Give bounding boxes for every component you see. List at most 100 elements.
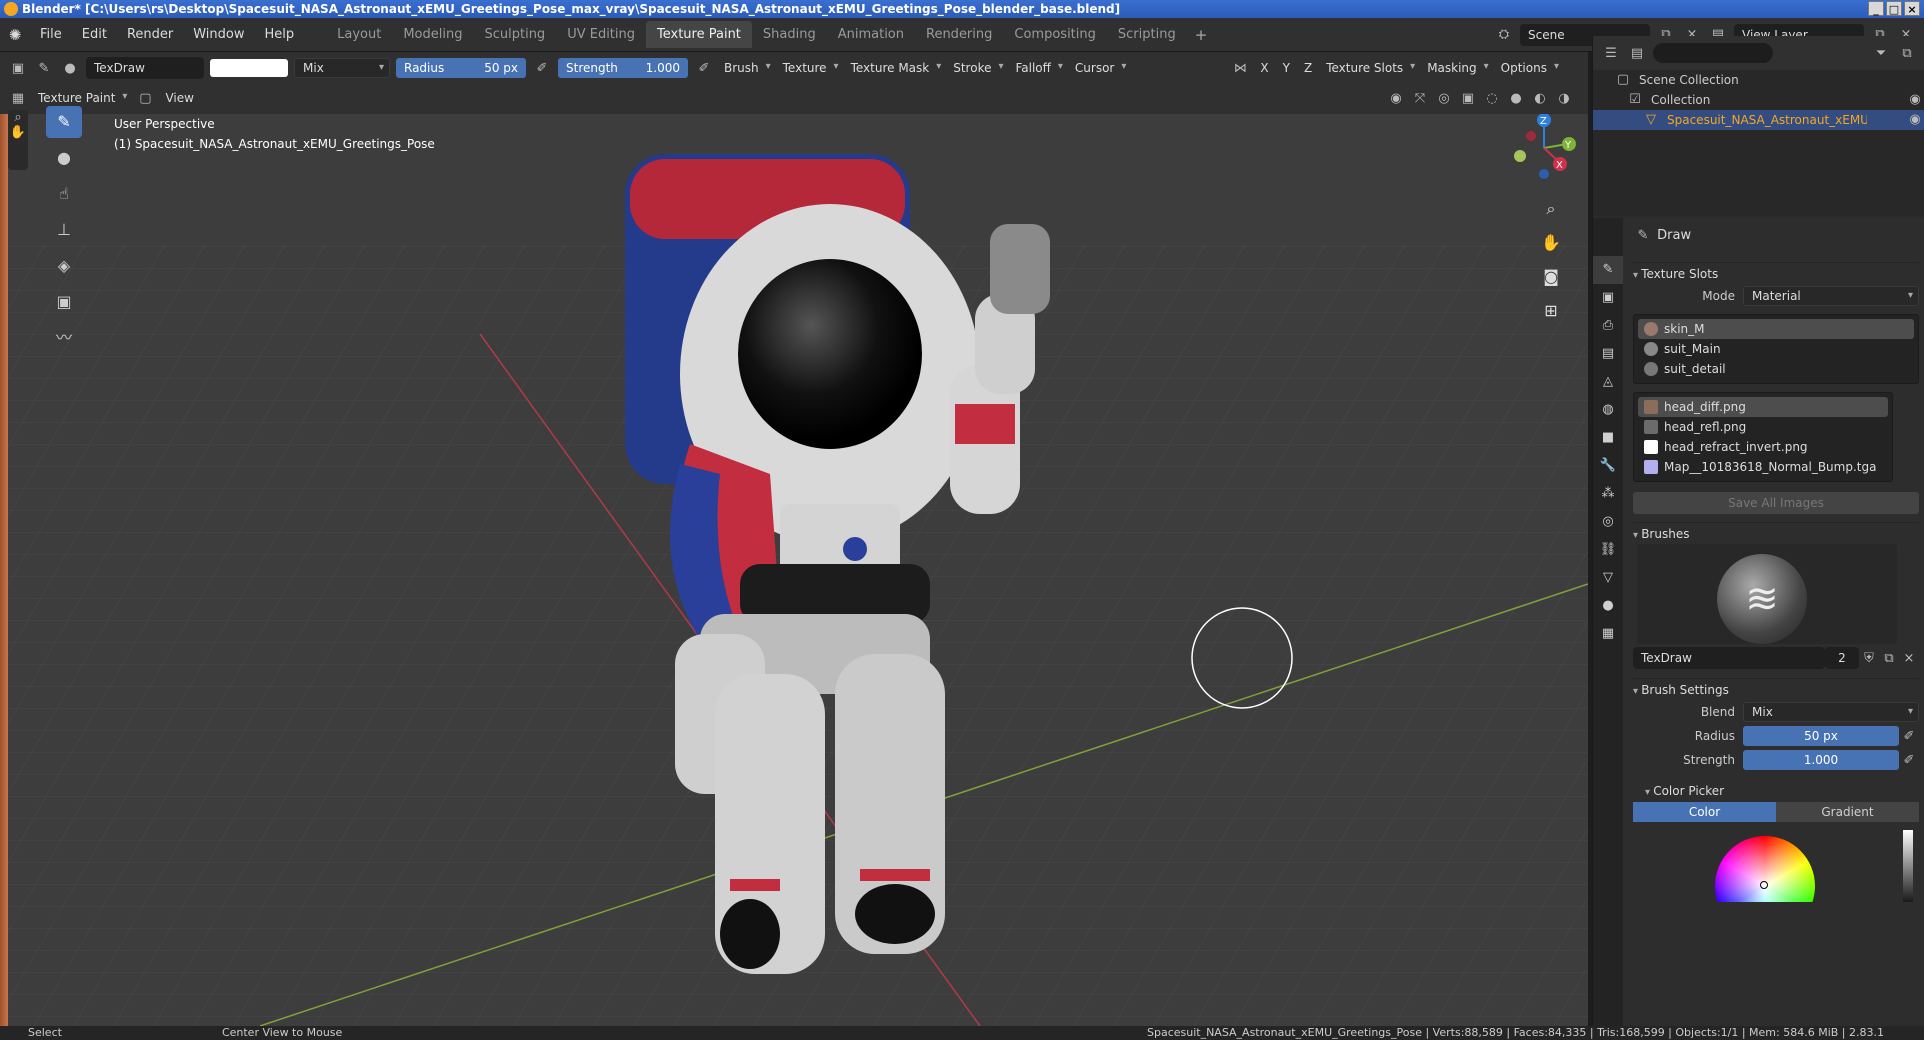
radius-pressure-icon[interactable]: ✐ <box>532 61 552 76</box>
color-wheel-cursor[interactable] <box>1760 881 1768 889</box>
physics-tab-icon[interactable]: ◎ <box>1593 508 1623 536</box>
material-shading-icon[interactable]: ◐ <box>1530 91 1550 106</box>
menu-help[interactable]: Help <box>255 27 305 42</box>
collection-eye-icon[interactable]: ◉ <box>1905 90 1924 110</box>
zoom-icon[interactable]: ⌕ <box>1536 194 1566 224</box>
mini-hand-icon[interactable]: ✋ <box>8 125 28 140</box>
material-tab-icon[interactable]: ● <box>1593 592 1623 620</box>
data-tab-icon[interactable]: ▽ <box>1593 564 1623 592</box>
brush-user-count[interactable]: 2 <box>1825 647 1859 669</box>
tab-texture-paint[interactable]: Texture Paint <box>646 21 752 48</box>
maximize-button[interactable]: □ <box>1886 1 1902 16</box>
outliner-scene-collection[interactable]: ▢ Scene Collection <box>1593 70 1924 90</box>
fill-tool-icon[interactable]: ◈ <box>46 250 82 282</box>
menu-options[interactable]: Options <box>1497 61 1561 75</box>
strength-slider[interactable]: Strength 1.000 <box>558 58 688 78</box>
object-eye-icon[interactable]: ◉ <box>1905 110 1924 130</box>
menu-stroke[interactable]: Stroke <box>949 61 1005 75</box>
image-slot-item[interactable]: Map__10183618_Normal_Bump.tga <box>1638 457 1888 477</box>
clone-tool-icon[interactable]: ⊥ <box>46 214 82 246</box>
outliner-search-input[interactable] <box>1653 43 1773 63</box>
material-slot-item[interactable]: suit_detail <box>1638 359 1914 379</box>
brush-settings-heading[interactable]: Brush Settings <box>1633 678 1919 700</box>
blend-mode-dropdown[interactable]: Mix <box>294 58 390 78</box>
menu-render[interactable]: Render <box>117 27 183 42</box>
image-slot-item[interactable]: head_refract_invert.png <box>1638 437 1888 457</box>
brushes-heading[interactable]: Brushes <box>1633 522 1919 544</box>
mask-tool-icon[interactable]: ▣ <box>46 286 82 318</box>
menu-brush[interactable]: Brush <box>720 61 773 75</box>
object-tab-icon[interactable]: ■ <box>1593 424 1623 452</box>
view-layer-tab-icon[interactable]: ▤ <box>1593 340 1623 368</box>
gizmo-neg-x-axis[interactable] <box>1526 131 1536 141</box>
tab-animation[interactable]: Animation <box>827 21 915 48</box>
material-slot-item[interactable]: skin_M <box>1638 319 1914 339</box>
rendered-shading-icon[interactable]: ◑ <box>1554 91 1574 106</box>
output-tab-icon[interactable]: ⎙ <box>1593 312 1623 340</box>
value-slider[interactable] <box>1903 830 1913 902</box>
menu-cursor[interactable]: Cursor <box>1071 61 1128 75</box>
modifier-tab-icon[interactable]: 🔧 <box>1593 452 1623 480</box>
mini-zoom-icon[interactable]: ⌕ <box>8 110 28 125</box>
brush-name-field[interactable]: TexDraw <box>86 57 204 79</box>
paint-mask-icon[interactable]: ▢ <box>135 91 155 106</box>
fake-user-icon[interactable]: ⛨ <box>1859 651 1879 666</box>
menu-view[interactable]: View <box>161 91 197 105</box>
texture-slots-heading[interactable]: Texture Slots <box>1633 262 1919 284</box>
outliner-editor-icon[interactable]: ☰ <box>1601 46 1621 61</box>
brush-preview[interactable]: ≋ <box>1637 544 1897 644</box>
tab-sculpting[interactable]: Sculpting <box>473 21 556 48</box>
slot-mode-dropdown[interactable]: Material <box>1743 286 1919 306</box>
save-all-images-button[interactable]: Save All Images <box>1633 492 1919 514</box>
new-collection-icon[interactable]: ⧉ <box>1897 46 1917 61</box>
material-slot-item[interactable]: suit_Main <box>1638 339 1914 359</box>
particles-tab-icon[interactable]: ⁂ <box>1593 480 1623 508</box>
draw-tool-icon[interactable]: ✎ <box>46 106 82 138</box>
solid-shading-icon[interactable]: ● <box>1506 91 1526 106</box>
wireframe-shading-icon[interactable]: ◌ <box>1482 91 1502 106</box>
gradient-tab[interactable]: Gradient <box>1776 802 1919 822</box>
render-tab-icon[interactable]: ▣ <box>1593 284 1623 312</box>
menu-window[interactable]: Window <box>183 27 254 42</box>
brush-datablock-name[interactable]: TexDraw <box>1633 647 1825 669</box>
mirror-x-toggle[interactable]: X <box>1256 61 1272 75</box>
duplicate-brush-icon[interactable]: ⧉ <box>1879 651 1899 666</box>
outliner-object-row[interactable]: ▽ Spacesuit_NASA_Astronaut_xEMU_Greeting… <box>1593 110 1924 130</box>
menu-texture[interactable]: Texture <box>779 61 841 75</box>
annotate-tool-icon[interactable]: 〰 <box>46 322 82 354</box>
soften-tool-icon[interactable]: ● <box>46 142 82 174</box>
radius-setting-slider[interactable]: 50 px <box>1743 726 1899 746</box>
tab-modeling[interactable]: Modeling <box>392 21 473 48</box>
radius-slider[interactable]: Radius 50 px <box>396 58 526 78</box>
pan-hand-icon[interactable]: ✋ <box>1536 228 1566 258</box>
color-picker-heading[interactable]: Color Picker <box>1633 780 1919 802</box>
blend-dropdown[interactable]: Mix <box>1743 702 1919 722</box>
filter-icon[interactable]: ⏷ <box>1871 46 1891 61</box>
image-slot-item[interactable]: head_diff.png <box>1638 397 1888 417</box>
image-slot-item[interactable]: head_refl.png <box>1638 417 1888 437</box>
tab-compositing[interactable]: Compositing <box>1003 21 1107 48</box>
color-tab[interactable]: Color <box>1633 802 1776 822</box>
add-workspace-button[interactable]: + <box>1187 26 1216 44</box>
radius-pressure-toggle-icon[interactable]: ✐ <box>1899 729 1919 744</box>
menu-edit[interactable]: Edit <box>72 27 117 42</box>
gizmo-toggle-icon[interactable]: ⤧ <box>1410 91 1430 106</box>
outliner-collection[interactable]: ☑ Collection ◉ <box>1593 90 1924 110</box>
blender-logo-icon[interactable]: ✺ <box>0 26 30 44</box>
color-wheel[interactable] <box>1715 836 1815 902</box>
tab-uv-editing[interactable]: UV Editing <box>556 21 646 48</box>
brush-type-icon[interactable]: ● <box>60 61 80 76</box>
tab-rendering[interactable]: Rendering <box>915 21 1003 48</box>
mirror-z-toggle[interactable]: Z <box>1300 61 1316 75</box>
gizmo-neg-z-axis[interactable] <box>1539 169 1549 179</box>
strength-pressure-icon[interactable]: ✐ <box>694 61 714 76</box>
editor-type-icon[interactable]: ▣ <box>8 61 28 76</box>
menu-file[interactable]: File <box>30 27 72 42</box>
tool-tab-icon[interactable]: ✎ <box>1593 256 1623 284</box>
3d-viewport[interactable]: Z Y X User Perspective (1) Spacesuit_NAS… <box>0 114 1588 1026</box>
unlink-brush-icon[interactable]: × <box>1899 651 1919 666</box>
close-button[interactable]: × <box>1904 1 1920 16</box>
tab-scripting[interactable]: Scripting <box>1107 21 1187 48</box>
tab-layout[interactable]: Layout <box>326 21 392 48</box>
xray-icon[interactable]: ▣ <box>1458 91 1478 106</box>
